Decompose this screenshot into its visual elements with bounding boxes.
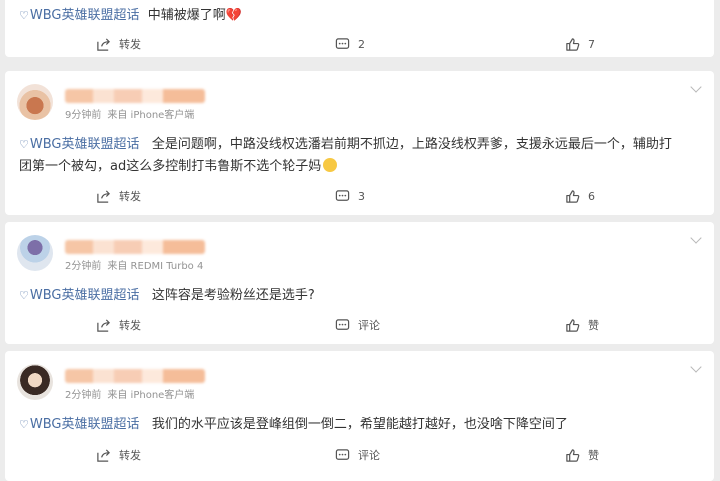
post-time: 9分钟前 xyxy=(65,110,102,121)
share-button[interactable]: 转发 xyxy=(96,186,141,206)
comment-button[interactable]: 评论 xyxy=(335,445,380,465)
post-source: 来自 iPhone客户端 xyxy=(107,110,195,121)
crying-face-icon xyxy=(323,158,338,172)
like-button[interactable]: 7 xyxy=(565,34,595,54)
share-button[interactable]: 转发 xyxy=(96,445,141,465)
comment-icon xyxy=(335,318,350,330)
thumbs-up-icon xyxy=(566,189,580,203)
post-time: 2分钟前 xyxy=(65,261,102,272)
chevron-down-icon[interactable] xyxy=(690,361,702,373)
post-source: 来自 iPhone客户端 xyxy=(107,390,195,401)
post-source: 来自 REDMI Turbo 4 xyxy=(107,261,204,272)
broken-heart-icon: 💔 xyxy=(225,8,242,23)
supertopic-tag[interactable]: ♡WBG英雄联盟超话 xyxy=(19,8,140,23)
comment-button[interactable]: 2 xyxy=(335,34,365,54)
share-icon xyxy=(97,318,110,332)
avatar[interactable] xyxy=(17,235,53,271)
share-icon xyxy=(97,189,110,203)
supertopic-tag[interactable]: ♡WBG英雄联盟超话 xyxy=(19,137,140,152)
weibo-comment-feed: ♡WBG英雄联盟超话 中辅被爆了啊💔 转发 2 7 9分钟前 来自 iPhone客 xyxy=(0,0,720,481)
post-actions: 转发 3 6 xyxy=(5,186,714,206)
post-content: ♡WBG英雄联盟超话 全是问题啊，中路没线权选潘岩前期不抓边，上路没线权弄爹，支… xyxy=(19,134,684,178)
post-card: ♡WBG英雄联盟超话 中辅被爆了啊💔 转发 2 7 xyxy=(5,0,714,57)
post-header: 2分钟前 来自 REDMI Turbo 4 xyxy=(17,235,417,277)
like-button[interactable]: 赞 xyxy=(565,315,599,335)
post-card: 2分钟前 来自 REDMI Turbo 4 ♡WBG英雄联盟超话 这阵容是考验粉丝… xyxy=(5,222,714,344)
share-button[interactable]: 转发 xyxy=(96,315,141,335)
post-content: ♡WBG英雄联盟超话 这阵容是考验粉丝还是选手? xyxy=(19,285,684,307)
post-actions: 转发 评论 赞 xyxy=(5,315,714,335)
like-button[interactable]: 6 xyxy=(565,186,595,206)
avatar[interactable] xyxy=(17,84,53,120)
supertopic-tag[interactable]: ♡WBG英雄联盟超话 xyxy=(19,288,140,303)
chevron-down-icon[interactable] xyxy=(690,81,702,93)
post-meta: 2分钟前 来自 iPhone客户端 xyxy=(65,386,200,401)
supertopic-icon: ♡ xyxy=(19,9,29,22)
supertopic-icon: ♡ xyxy=(19,418,29,431)
supertopic-tag[interactable]: ♡WBG英雄联盟超话 xyxy=(19,417,140,432)
avatar[interactable] xyxy=(17,364,53,400)
post-card: 2分钟前 来自 iPhone客户端 ♡WBG英雄联盟超话 我们的水平应该是登峰组倒… xyxy=(5,351,714,481)
comment-button[interactable]: 评论 xyxy=(335,315,380,335)
post-meta: 2分钟前 来自 REDMI Turbo 4 xyxy=(65,257,209,272)
thumbs-up-icon xyxy=(566,37,580,51)
post-meta: 9分钟前 来自 iPhone客户端 xyxy=(65,106,200,121)
post-header: 2分钟前 来自 iPhone客户端 xyxy=(17,364,417,406)
username-blurred[interactable] xyxy=(65,369,205,383)
supertopic-icon: ♡ xyxy=(19,138,29,151)
post-text: 我们的水平应该是登峰组倒一倒二，希望能越打越好，也没啥下降空间了 xyxy=(151,417,568,432)
username-blurred[interactable] xyxy=(65,89,205,103)
post-header: 9分钟前 来自 iPhone客户端 xyxy=(17,84,417,126)
comment-button[interactable]: 3 xyxy=(335,186,365,206)
thumbs-up-icon xyxy=(566,448,580,462)
share-icon xyxy=(97,448,110,462)
share-button[interactable]: 转发 xyxy=(96,34,141,54)
comment-icon xyxy=(335,37,350,49)
post-text: 中辅被爆了啊 xyxy=(147,8,226,23)
username-blurred[interactable] xyxy=(65,240,205,254)
comment-icon xyxy=(335,448,350,460)
post-time: 2分钟前 xyxy=(65,390,102,401)
chevron-down-icon[interactable] xyxy=(690,232,702,244)
supertopic-icon: ♡ xyxy=(19,289,29,302)
post-text: 这阵容是考验粉丝还是选手? xyxy=(151,288,315,303)
like-button[interactable]: 赞 xyxy=(565,445,599,465)
post-actions: 转发 2 7 xyxy=(5,34,714,54)
post-content: ♡WBG英雄联盟超话 中辅被爆了啊💔 xyxy=(19,5,684,27)
post-actions: 转发 评论 赞 xyxy=(5,445,714,465)
thumbs-up-icon xyxy=(566,318,580,332)
comment-icon xyxy=(335,189,350,201)
share-icon xyxy=(97,37,110,51)
post-card: 9分钟前 来自 iPhone客户端 ♡WBG英雄联盟超话 全是问题啊，中路没线权选… xyxy=(5,71,714,215)
post-content: ♡WBG英雄联盟超话 我们的水平应该是登峰组倒一倒二，希望能越打越好，也没啥下降… xyxy=(19,414,684,436)
